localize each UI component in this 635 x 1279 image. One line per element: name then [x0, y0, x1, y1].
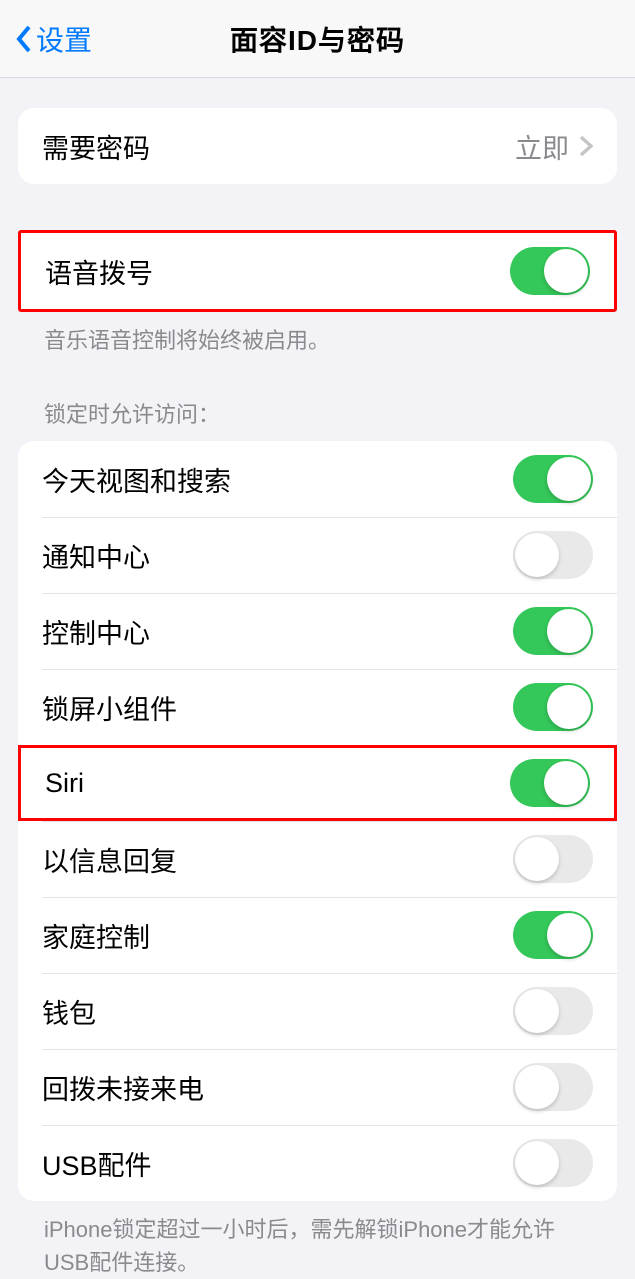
- chevron-right-icon: [579, 135, 593, 157]
- row-voice-dial[interactable]: 语音拨号: [21, 233, 614, 309]
- row-lock-item[interactable]: 回拨未接来电: [18, 1049, 617, 1125]
- row-label: 通知中心: [42, 536, 150, 575]
- toggle-lock-item[interactable]: [513, 835, 593, 883]
- row-label: USB配件: [42, 1144, 152, 1183]
- lock-section-header: 锁定时允许访问：: [18, 357, 617, 441]
- row-label: 控制中心: [42, 612, 150, 651]
- row-label: 需要密码: [42, 127, 150, 166]
- row-value: 立即: [515, 127, 569, 166]
- navigation-bar: 设置 面容ID与密码: [0, 0, 635, 78]
- row-require-passcode[interactable]: 需要密码 立即: [18, 108, 617, 184]
- back-label: 设置: [36, 19, 92, 59]
- toggle-lock-item[interactable]: [513, 1139, 593, 1187]
- row-label: 回拨未接来电: [42, 1068, 204, 1107]
- row-lock-item[interactable]: 钱包: [18, 973, 617, 1049]
- row-lock-item[interactable]: 家庭控制: [18, 897, 617, 973]
- voice-dial-footer: 音乐语音控制将始终被启用。: [18, 312, 617, 357]
- row-label: 以信息回复: [42, 840, 177, 879]
- row-lock-item[interactable]: 今天视图和搜索: [18, 441, 617, 517]
- row-lock-item[interactable]: 通知中心: [18, 517, 617, 593]
- toggle-lock-item[interactable]: [513, 607, 593, 655]
- toggle-lock-item[interactable]: [513, 911, 593, 959]
- row-label: Siri: [45, 768, 84, 799]
- toggle-lock-item[interactable]: [513, 683, 593, 731]
- row-lock-item[interactable]: 以信息回复: [18, 821, 617, 897]
- group-lock-access: 今天视图和搜索通知中心控制中心锁屏小组件 Siri 以信息回复家庭控制钱包回拨未接来…: [18, 441, 617, 1201]
- row-right: 立即: [515, 127, 593, 166]
- row-lock-item[interactable]: USB配件: [18, 1125, 617, 1201]
- toggle-lock-item[interactable]: [510, 759, 590, 807]
- row-lock-item[interactable]: Siri: [18, 745, 617, 821]
- toggle-voice-dial[interactable]: [510, 247, 590, 295]
- row-label: 钱包: [42, 992, 96, 1031]
- chevron-left-icon: [14, 24, 34, 54]
- toggle-lock-item[interactable]: [513, 531, 593, 579]
- row-label: 家庭控制: [42, 916, 150, 955]
- page-title: 面容ID与密码: [230, 19, 405, 59]
- toggle-lock-item[interactable]: [513, 987, 593, 1035]
- toggle-lock-item[interactable]: [513, 1063, 593, 1111]
- row-label: 语音拨号: [45, 252, 153, 291]
- row-label: 今天视图和搜索: [42, 460, 231, 499]
- row-lock-item[interactable]: 控制中心: [18, 593, 617, 669]
- group-voice-dial: 语音拨号: [18, 230, 617, 312]
- lock-footer: iPhone锁定超过一小时后，需先解锁iPhone才能允许USB配件连接。: [18, 1201, 617, 1279]
- row-lock-item[interactable]: 锁屏小组件: [18, 669, 617, 745]
- back-button[interactable]: 设置: [14, 19, 92, 59]
- row-label: 锁屏小组件: [42, 688, 177, 727]
- group-require-passcode: 需要密码 立即: [18, 108, 617, 184]
- toggle-lock-item[interactable]: [513, 455, 593, 503]
